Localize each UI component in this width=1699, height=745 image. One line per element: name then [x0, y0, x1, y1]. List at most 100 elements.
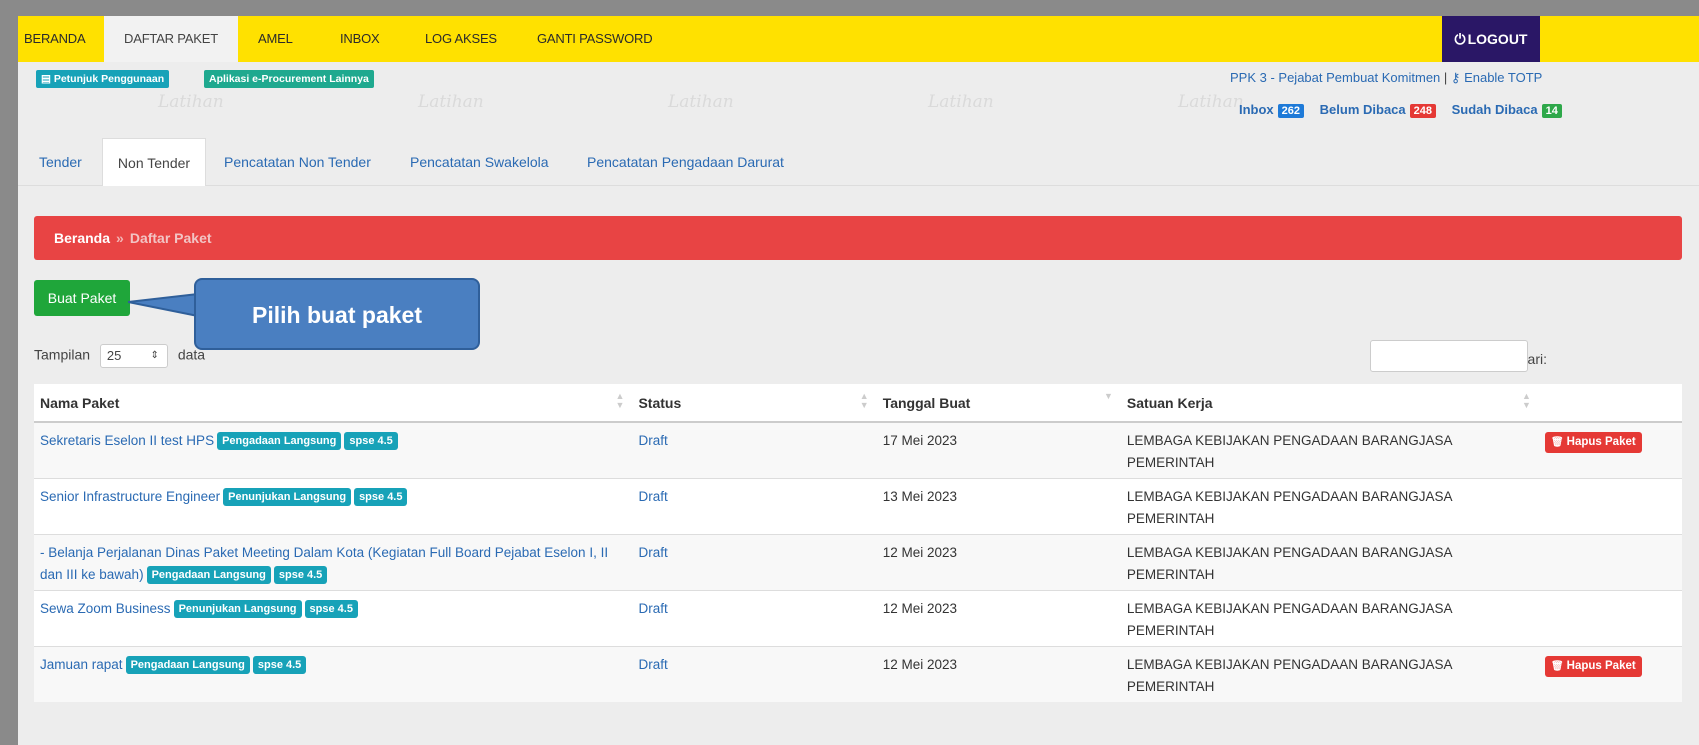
nav-ganti-password[interactable]: GANTI PASSWORD	[537, 16, 653, 62]
breadcrumb-current: Daftar Paket	[129, 230, 212, 246]
read-count-badge: 14	[1541, 104, 1562, 118]
col-tanggal-buat[interactable]: Tanggal Buat ▼	[876, 384, 1121, 423]
cell-action	[1538, 534, 1682, 591]
cell-tanggal: 13 Mei 2023	[876, 478, 1121, 535]
cell-status: Draft	[632, 646, 877, 702]
table-row: Sekretaris Eselon II test HPS Pengadaan L…	[34, 421, 1682, 479]
status-link[interactable]: Draft	[638, 545, 667, 560]
version-badge: spse 4.5	[273, 566, 328, 584]
table-row: Senior Infrastructure Engineer Penunjukan…	[34, 478, 1682, 535]
nav-inbox[interactable]: INBOX	[340, 16, 380, 62]
petunjuk-label: Petunjuk Penggunaan	[53, 73, 165, 85]
cell-tanggal: 12 Mei 2023	[876, 590, 1121, 647]
updown-icon: ⇕	[150, 350, 159, 361]
nav-beranda[interactable]: BERANDA	[18, 16, 104, 62]
package-name-link[interactable]: Sewa Zoom Business	[40, 601, 171, 616]
table-row: Jamuan rapat Pengadaan Langsung spse 4.5 Dr…	[34, 646, 1682, 702]
cell-status: Draft	[632, 421, 877, 479]
cell-nama-paket: Sewa Zoom Business Penunjukan Langsung sps…	[34, 590, 633, 647]
version-badge: spse 4.5	[304, 600, 358, 618]
sort-icon: ▲ ▼	[1522, 391, 1531, 410]
top-nav: BERANDA DAFTAR PAKET AMEL INBOX LOG AKSE…	[18, 16, 1699, 62]
power-icon: ⏻	[1454, 31, 1466, 47]
cell-satuan-kerja: LEMBAGA KEBIJAKAN PENGADAAN BARANGJASA P…	[1120, 646, 1539, 702]
sort-icon: ▲ ▼	[615, 391, 625, 410]
page-length-select[interactable]: 25 ⇕	[99, 344, 168, 368]
breadcrumb-home[interactable]: Beranda	[54, 230, 110, 246]
status-link[interactable]: Draft	[638, 601, 667, 616]
watermark: Latihan	[158, 92, 224, 112]
cell-action	[1538, 478, 1682, 535]
inbox-link[interactable]: Inbox 262	[1239, 102, 1305, 118]
cell-status: Draft	[632, 590, 877, 647]
callout-pointer	[128, 292, 199, 318]
buat-paket-button[interactable]: Buat Paket	[34, 280, 130, 316]
version-badge: spse 4.5	[354, 488, 408, 506]
col-nama-paket[interactable]: Nama Paket ▲ ▼	[34, 384, 633, 423]
length-prefix: Tampilan	[34, 346, 91, 363]
col-action	[1538, 384, 1682, 423]
col-satuan-kerja[interactable]: Satuan Kerja ▲ ▼	[1120, 384, 1539, 423]
book-icon: ▤	[41, 73, 54, 85]
status-link[interactable]: Draft	[638, 657, 667, 672]
read-link[interactable]: Sudah Dibaca 14	[1452, 102, 1562, 118]
cell-nama-paket: - Belanja Perjalanan Dinas Paket Meeting…	[34, 534, 633, 591]
cell-status: Draft	[632, 534, 877, 591]
aplikasi-lainnya-button[interactable]: Aplikasi e-Procurement Lainnya	[204, 70, 374, 88]
method-badge: Pengadaan Langsung	[217, 432, 342, 450]
sort-icon: ▼	[1103, 391, 1113, 401]
unread-count-badge: 248	[1409, 104, 1436, 118]
method-badge: Penunjukan Langsung	[173, 600, 302, 618]
package-name-link[interactable]: Senior Infrastructure Engineer	[40, 489, 220, 504]
trash-icon: 🗑	[1550, 437, 1564, 448]
package-name-link[interactable]: Jamuan rapat	[40, 657, 123, 672]
logout-button[interactable]: ⏻ LOGOUT	[1442, 16, 1540, 62]
logout-label: LOGOUT	[1467, 31, 1528, 47]
hapus-paket-button[interactable]: 🗑 Hapus Paket	[1544, 656, 1642, 677]
sort-icon: ▲ ▼	[859, 391, 869, 410]
key-icon: ⚷	[1450, 70, 1461, 85]
method-badge: Penunjukan Langsung	[223, 488, 352, 506]
cell-status: Draft	[632, 478, 877, 535]
enable-totp-link[interactable]: Enable TOTP	[1464, 70, 1542, 85]
cell-tanggal: 12 Mei 2023	[876, 646, 1121, 702]
role-text: PPK 3 - Pejabat Pembuat Komitmen	[1230, 70, 1441, 85]
cell-tanggal: 17 Mei 2023	[876, 421, 1121, 479]
inbox-summary: Inbox 262 Belum Dibaca 248 Sudah Dibaca 14	[1239, 102, 1574, 118]
cell-nama-paket: Senior Infrastructure Engineer Penunjukan…	[34, 478, 633, 535]
tab-pencatatan-pengadaan-darurat[interactable]: Pencatatan Pengadaan Darurat	[587, 138, 784, 186]
table-row: - Belanja Perjalanan Dinas Paket Meeting…	[34, 534, 1682, 591]
nav-daftar-paket[interactable]: DAFTAR PAKET	[104, 16, 238, 62]
method-badge: Pengadaan Langsung	[146, 566, 271, 584]
package-table: Nama Paket ▲ ▼ Status ▲ ▼ Tanggal Buat ▼ Satu…	[34, 384, 1682, 702]
cell-action	[1538, 590, 1682, 647]
unread-link[interactable]: Belum Dibaca 248	[1320, 102, 1436, 118]
inbox-count-badge: 262	[1277, 104, 1305, 118]
tab-pencatatan-swakelola[interactable]: Pencatatan Swakelola	[410, 138, 549, 186]
watermark: Latihan	[418, 92, 484, 112]
petunjuk-button[interactable]: ▤ Petunjuk Penggunaan	[36, 70, 170, 88]
package-tabs: Tender Non Tender Pencatatan Non Tender …	[18, 138, 1699, 187]
tab-pencatatan-non-tender[interactable]: Pencatatan Non Tender	[224, 138, 371, 186]
watermark: Latihan	[1178, 92, 1244, 112]
col-status[interactable]: Status ▲ ▼	[632, 384, 877, 423]
cell-action: 🗑 Hapus Paket	[1538, 646, 1682, 702]
cell-action: 🗑 Hapus Paket	[1538, 421, 1682, 479]
package-name-link[interactable]: Sekretaris Eselon II test HPS	[40, 433, 214, 448]
tab-tender[interactable]: Tender	[39, 138, 82, 186]
sub-header: ▤ Petunjuk Penggunaan Aplikasi e-Procure…	[18, 62, 1699, 138]
instruction-callout: Pilih buat paket	[194, 278, 480, 350]
tab-non-tender[interactable]: Non Tender	[102, 138, 206, 187]
nav-log-akses[interactable]: LOG AKSES	[425, 16, 497, 62]
table-row: Sewa Zoom Business Penunjukan Langsung sps…	[34, 590, 1682, 647]
search-input[interactable]	[1370, 340, 1528, 372]
status-link[interactable]: Draft	[638, 433, 667, 448]
page-length-control: Tampilan 25 ⇕ data	[34, 344, 205, 368]
version-badge: spse 4.5	[344, 432, 398, 450]
nav-amel[interactable]: AMEL	[258, 16, 293, 62]
cell-tanggal: 12 Mei 2023	[876, 534, 1121, 591]
breadcrumb-separator: »	[116, 230, 124, 246]
cell-satuan-kerja: LEMBAGA KEBIJAKAN PENGADAAN BARANGJASA P…	[1120, 534, 1539, 591]
hapus-paket-button[interactable]: 🗑 Hapus Paket	[1544, 432, 1642, 453]
status-link[interactable]: Draft	[638, 489, 667, 504]
